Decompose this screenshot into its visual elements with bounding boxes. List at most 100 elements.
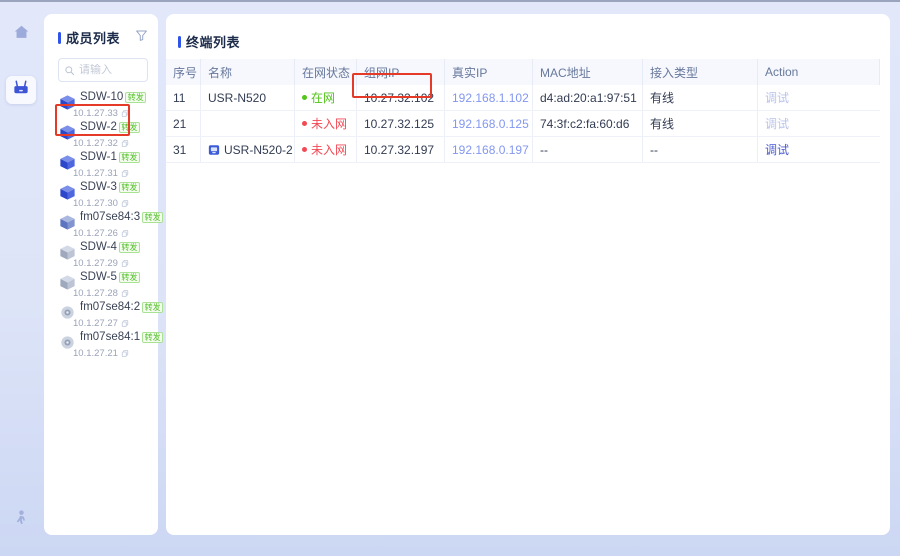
- member-badge: 转发: [142, 302, 164, 314]
- router-icon: [11, 78, 31, 102]
- real-ip-link[interactable]: 192.168.0.125: [452, 117, 529, 131]
- nav-user-button[interactable]: [6, 506, 36, 534]
- debug-link[interactable]: 调试: [765, 89, 789, 106]
- table-row: 21 未入网 10.27.32.125 192.168.0.125 74:3f:…: [166, 111, 880, 137]
- cell-real-ip: 192.168.1.102: [445, 85, 533, 110]
- member-badge: 转发: [142, 332, 164, 344]
- terminal-list-title: 终端列表: [178, 32, 890, 51]
- member-search: [58, 58, 149, 82]
- cell-mac: --: [533, 137, 643, 162]
- cell-access-type: 有线: [643, 111, 758, 136]
- member-name: SDW-3: [80, 181, 117, 193]
- member-name: SDW-10: [80, 91, 124, 103]
- title-accent-bar: [58, 31, 61, 44]
- title-accent-bar: [178, 35, 181, 48]
- cell-status: 在网: [295, 85, 357, 110]
- member-badge: 转发: [118, 272, 140, 284]
- member-badge: 转发: [118, 152, 140, 164]
- member-item-sdw-3[interactable]: SDW-3 转发 10.1.27.30: [56, 180, 150, 210]
- cell-action: 调试: [758, 137, 880, 162]
- col-header-access-type: 接入类型: [643, 59, 758, 85]
- status-dot: [302, 121, 307, 126]
- cell-net-ip: 10.27.32.197: [357, 137, 445, 162]
- search-input[interactable]: [79, 64, 149, 76]
- member-name: fm07se84:1: [80, 331, 141, 343]
- nav-home-button[interactable]: [6, 20, 36, 48]
- terminal-list-title-text: 终端列表: [186, 35, 241, 50]
- member-ip: 10.1.27.21: [73, 347, 118, 359]
- member-ip: 10.1.27.32: [73, 137, 118, 149]
- cell-name: [201, 111, 295, 136]
- nav-devices-button[interactable]: [6, 76, 36, 104]
- cell-net-ip: 10.27.32.102: [357, 85, 445, 110]
- debug-link[interactable]: 调试: [765, 115, 789, 132]
- terminal-list-panel: 终端列表 序号 名称 在网状态 组网IP 真实IP MAC地址 接入类型 Act…: [166, 14, 890, 535]
- member-name: fm07se84:2: [80, 301, 141, 313]
- col-header-net-ip: 组网IP: [357, 59, 445, 85]
- member-item-fm07se84-2[interactable]: fm07se84:2 转发 10.1.27.27: [56, 300, 164, 330]
- member-item-sdw-10[interactable]: SDW-10 转发 10.1.27.33: [56, 90, 150, 120]
- table-row: 31 USR-N520-2 未入网 10.27.32.197 192.168.0…: [166, 137, 880, 163]
- col-header-status: 在网状态: [295, 59, 357, 85]
- cell-no: 11: [166, 85, 201, 110]
- cell-mac: d4:ad:20:a1:97:51: [533, 85, 643, 110]
- real-ip-link[interactable]: 192.168.1.102: [452, 91, 529, 105]
- member-ip: 10.1.27.27: [73, 317, 118, 329]
- table-header-row: 序号 名称 在网状态 组网IP 真实IP MAC地址 接入类型 Action: [166, 59, 880, 85]
- cell-real-ip: 192.168.0.197: [445, 137, 533, 162]
- member-name: SDW-4: [80, 241, 117, 253]
- person-icon: [12, 508, 30, 532]
- cell-name: USR-N520: [201, 85, 295, 110]
- col-header-no: 序号: [166, 59, 201, 85]
- member-badge: 转发: [142, 212, 164, 224]
- member-item-sdw-4[interactable]: SDW-4 转发 10.1.27.29: [56, 240, 150, 270]
- member-name: SDW-1: [80, 151, 117, 163]
- real-ip-link[interactable]: 192.168.0.197: [452, 143, 529, 157]
- cell-no: 31: [166, 137, 201, 162]
- cell-real-ip: 192.168.0.125: [445, 111, 533, 136]
- cell-action: 调试: [758, 111, 880, 136]
- member-ip: 10.1.27.30: [73, 197, 118, 209]
- nav-rail: [0, 2, 42, 556]
- member-list-title-text: 成员列表: [66, 31, 121, 46]
- cell-status: 未入网: [295, 137, 357, 162]
- member-badge: 转发: [118, 122, 140, 134]
- member-list-panel: 成员列表 SDW-10转发 10.1.27.33 SDW-2转发 10.1.27…: [44, 14, 164, 535]
- home-icon: [12, 23, 31, 46]
- terminal-table: 序号 名称 在网状态 组网IP 真实IP MAC地址 接入类型 Action 1…: [166, 59, 880, 163]
- col-header-mac: MAC地址: [533, 59, 643, 85]
- terminal-device-icon: [208, 144, 220, 156]
- status-dot: [302, 95, 307, 100]
- member-ip: 10.1.27.33: [73, 107, 118, 119]
- cell-access-type: --: [643, 137, 758, 162]
- member-item-fm07se84-1[interactable]: fm07se84:1 转发 10.1.27.21: [56, 330, 164, 362]
- member-list: SDW-10 转发 10.1.27.33 SDW-2 转发 10.1.27.32 S…: [56, 90, 164, 362]
- member-item-sdw-5[interactable]: SDW-5 转发 10.1.27.28: [56, 270, 150, 300]
- cell-net-ip: 10.27.32.125: [357, 111, 445, 136]
- cell-name: USR-N520-2: [201, 137, 295, 162]
- table-row: 11 USR-N520 在网 10.27.32.102 192.168.1.10…: [166, 85, 880, 111]
- member-ip: 10.1.27.29: [73, 257, 118, 269]
- copy-icon[interactable]: [121, 346, 129, 362]
- member-name: fm07se84:3: [80, 211, 141, 223]
- cell-action: 调试: [758, 85, 880, 110]
- col-header-name: 名称: [201, 59, 295, 85]
- member-item-fm07se84-3[interactable]: fm07se84:3 转发 10.1.27.26: [56, 210, 164, 240]
- member-item-sdw-2[interactable]: SDW-2 转发 10.1.27.32: [56, 120, 150, 150]
- cell-status: 未入网: [295, 111, 357, 136]
- cell-no: 21: [166, 111, 201, 136]
- col-header-real-ip: 真实IP: [445, 59, 533, 85]
- member-item-sdw-1[interactable]: SDW-1 转发 10.1.27.31: [56, 150, 150, 180]
- col-header-action: Action: [758, 59, 880, 85]
- member-badge: 转发: [125, 92, 147, 104]
- member-ip: 10.1.27.28: [73, 287, 118, 299]
- debug-link[interactable]: 调试: [765, 141, 789, 158]
- member-name: SDW-2: [80, 121, 117, 133]
- window-top-border: [0, 0, 900, 2]
- status-dot: [302, 147, 307, 152]
- cell-mac: 74:3f:c2:fa:60:d6: [533, 111, 643, 136]
- member-badge: 转发: [118, 182, 140, 194]
- filter-icon[interactable]: [135, 29, 148, 47]
- cell-access-type: 有线: [643, 85, 758, 110]
- member-badge: 转发: [118, 242, 140, 254]
